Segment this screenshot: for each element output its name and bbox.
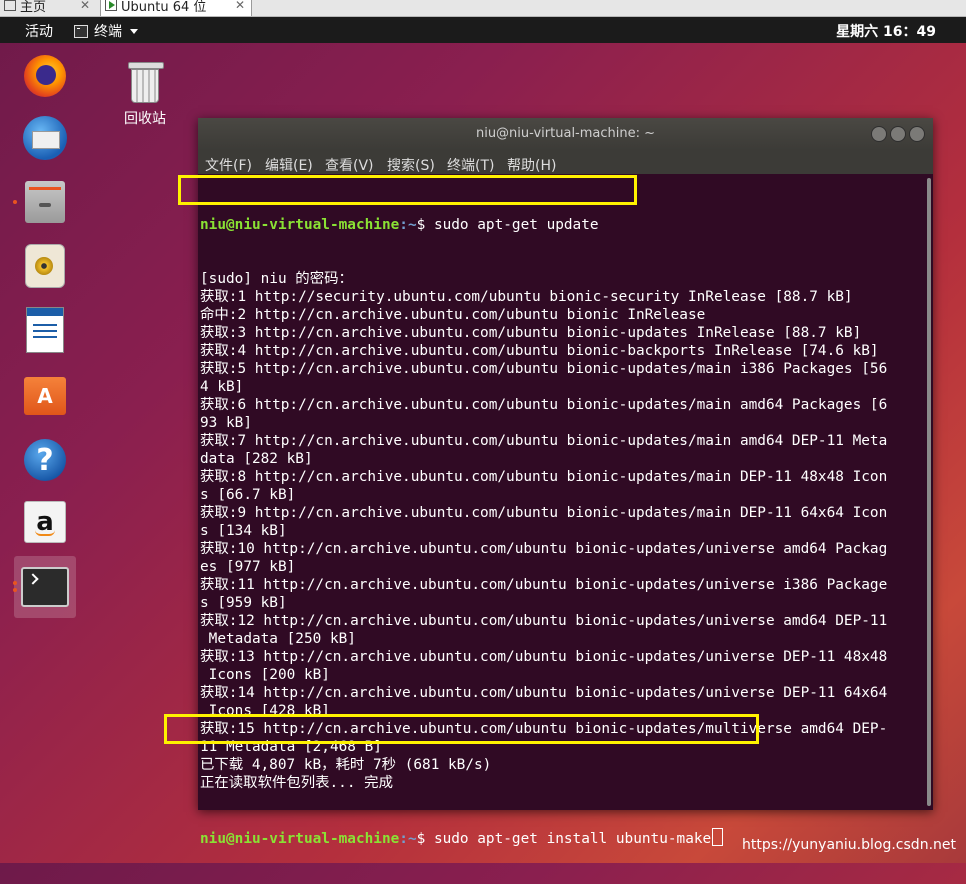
terminal-icon (74, 24, 88, 38)
host-tab-label: Ubuntu 64 位 (121, 0, 207, 15)
output-line: [sudo] niu 的密码： (200, 271, 353, 287)
clock[interactable]: 星期六 16：49 (836, 21, 936, 41)
output-line: 已下载 4,807 kB，耗时 7秒 (681 kB/s) (200, 757, 492, 773)
prompt-user: niu@niu-virtual-machine (200, 217, 400, 233)
close-icon[interactable]: ✕ (80, 0, 90, 12)
prompt-path: :~ (399, 831, 417, 847)
trash-label: 回收站 (124, 111, 166, 127)
scrollbar[interactable] (927, 178, 931, 806)
output-line: 获取:10 http://cn.archive.ubuntu.com/ubunt… (200, 541, 888, 557)
output-line: 获取:4 http://cn.archive.ubuntu.com/ubuntu… (200, 343, 879, 359)
text-cursor (712, 828, 724, 846)
prompt-symbol: $ (416, 831, 434, 847)
output-line: 获取:7 http://cn.archive.ubuntu.com/ubuntu… (200, 433, 888, 449)
host-tab-ubuntu[interactable]: Ubuntu 64 位 ✕ (100, 0, 252, 16)
close-icon[interactable]: ✕ (235, 0, 245, 12)
trash-icon (128, 62, 164, 104)
vm-icon (105, 0, 117, 11)
desktop-trash[interactable]: 回收站 (112, 62, 178, 128)
running-indicator (13, 588, 17, 592)
dock-item-thunderbird[interactable] (14, 107, 76, 169)
help-icon: ? (24, 439, 66, 481)
window-title: niu@niu-virtual-machine: ~ (475, 126, 656, 141)
dock-item-terminal[interactable] (13, 556, 76, 618)
output-line: 获取:1 http://security.ubuntu.com/ubuntu b… (200, 289, 853, 305)
app-menu[interactable]: 终端 (74, 21, 138, 41)
output-line: s [66.7 kB] (200, 487, 296, 503)
writer-icon (26, 307, 64, 353)
chevron-down-icon (130, 28, 138, 34)
output-line: 获取:14 http://cn.archive.ubuntu.com/ubunt… (200, 685, 888, 701)
rhythmbox-icon (25, 244, 65, 288)
command-text: sudo apt-get update (433, 217, 599, 233)
dock-item-writer[interactable] (14, 299, 76, 361)
terminal-icon (21, 567, 69, 607)
host-tab-home[interactable]: 主页 ✕ (0, 0, 96, 16)
thunderbird-icon (23, 116, 67, 160)
watermark: https://yunyaniu.blog.csdn.net (741, 837, 956, 853)
dock-item-amazon[interactable]: a (14, 491, 76, 553)
window-titlebar[interactable]: niu@niu-virtual-machine: ~ (198, 118, 933, 150)
prompt-user: niu@niu-virtual-machine (200, 831, 400, 847)
dock-item-help[interactable]: ? (14, 429, 76, 491)
output-line: 获取:8 http://cn.archive.ubuntu.com/ubuntu… (200, 469, 888, 485)
dock: A ? a (13, 43, 76, 863)
output-line: 获取:13 http://cn.archive.ubuntu.com/ubunt… (200, 649, 888, 665)
menu-search[interactable]: 搜索(S) (387, 155, 435, 175)
menu-terminal[interactable]: 终端(T) (447, 155, 494, 175)
host-tab-label: 主页 (20, 0, 47, 15)
activities-button[interactable]: 活动 (25, 21, 53, 41)
output-line: 4 kB] (200, 379, 244, 395)
output-line: es [977 kB] (200, 559, 296, 575)
prompt-line: niu@niu-virtual-machine:~$ sudo apt-get … (200, 216, 922, 234)
output-line: Icons [200 kB] (200, 667, 330, 683)
output-line: s [959 kB] (200, 595, 287, 611)
host-tab-strip: 主页 ✕ Ubuntu 64 位 ✕ (0, 0, 966, 17)
output-line: 93 kB] (200, 415, 252, 431)
files-icon (25, 181, 65, 223)
running-indicator (13, 200, 17, 204)
running-indicator (13, 581, 17, 585)
dock-item-files[interactable] (13, 171, 76, 233)
dock-item-software[interactable]: A (14, 365, 76, 427)
prompt-path: :~ (399, 217, 417, 233)
home-icon (4, 0, 16, 11)
software-store-icon: A (24, 377, 66, 415)
terminal-menubar: 文件(F) 编辑(E) 查看(V) 搜索(S) 终端(T) 帮助(H) (198, 150, 933, 174)
dock-item-firefox[interactable] (14, 45, 76, 107)
output-line: 获取:9 http://cn.archive.ubuntu.com/ubuntu… (200, 505, 888, 521)
output-line: Metadata [250 kB] (200, 631, 356, 647)
terminal-window: niu@niu-virtual-machine: ~ 文件(F) 编辑(E) 查… (198, 118, 933, 847)
menu-view[interactable]: 查看(V) (325, 155, 374, 175)
app-menu-label: 终端 (94, 24, 122, 40)
close-button[interactable] (909, 126, 925, 142)
output-line: 获取:3 http://cn.archive.ubuntu.com/ubuntu… (200, 325, 862, 341)
terminal-lines: niu@niu-virtual-machine:~$ sudo apt-get … (200, 180, 922, 884)
output-line: 命中:2 http://cn.archive.ubuntu.com/ubuntu… (200, 307, 706, 323)
highlight-box-update (178, 175, 637, 205)
firefox-icon (24, 55, 66, 97)
maximize-button[interactable] (890, 126, 906, 142)
menu-file[interactable]: 文件(F) (205, 155, 252, 175)
command-text: sudo apt-get install ubuntu-make (433, 831, 712, 847)
output-line: data [282 kB] (200, 451, 313, 467)
dock-item-rhythmbox[interactable] (14, 235, 76, 297)
output-line: 正在读取软件包列表... 完成 (200, 775, 393, 791)
menu-edit[interactable]: 编辑(E) (265, 155, 313, 175)
highlight-box-install (164, 714, 759, 744)
output-line: 获取:5 http://cn.archive.ubuntu.com/ubuntu… (200, 361, 888, 377)
prompt-symbol: $ (416, 217, 434, 233)
output-line: s [134 kB] (200, 523, 287, 539)
amazon-icon: a (24, 501, 66, 543)
menu-help[interactable]: 帮助(H) (507, 155, 556, 175)
minimize-button[interactable] (871, 126, 887, 142)
output-line: 获取:6 http://cn.archive.ubuntu.com/ubuntu… (200, 397, 888, 413)
top-bar: 活动 终端 星期六 16：49 (0, 17, 966, 43)
output-line: 获取:12 http://cn.archive.ubuntu.com/ubunt… (200, 613, 888, 629)
output-line: 获取:11 http://cn.archive.ubuntu.com/ubunt… (200, 577, 888, 593)
